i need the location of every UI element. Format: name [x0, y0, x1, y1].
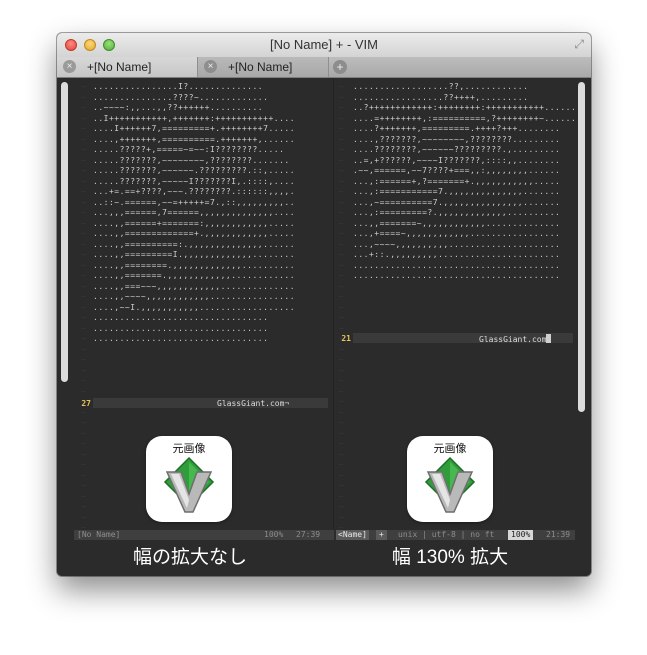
right-icon-label: 元画像	[433, 443, 467, 455]
right-status: <Name] + unix | utf-8 | no ft 100% 21:39	[336, 530, 575, 540]
right-current-line-number: 21	[341, 334, 351, 343]
right-vim-icon-card: 元画像	[407, 436, 493, 522]
left-icon-label: 元画像	[172, 443, 206, 455]
right-credit: GlassGiant.com	[479, 334, 552, 344]
editor-area[interactable]: ~ ~ ~ ~ ~ ~ ~ ~ ~ ~ ~ ~ ~ ~ ~ ~ ~ ~ ~ ~ …	[57, 78, 591, 576]
left-scrollbar-thumb[interactable]	[61, 82, 68, 382]
tab-2[interactable]: × +[No Name]	[198, 57, 329, 77]
vim-logo-icon	[424, 456, 476, 513]
pane-divider[interactable]	[333, 78, 334, 538]
left-status-filename: [No Name]	[77, 530, 121, 539]
right-status-filename: <Name]	[336, 530, 369, 540]
left-status-percent: 100%	[264, 530, 284, 539]
tab-label: +[No Name]	[87, 60, 152, 74]
left-line-markers: ~ ~ ~ ~ ~ ~ ~ ~ ~ ~ ~ ~ ~ ~ ~ ~ ~ ~ ~ ~ …	[81, 82, 86, 532]
right-ascii-art: ..................??,............ ......…	[353, 82, 582, 280]
window-title: [No Name] + - VIM	[270, 37, 378, 52]
right-status-position: 21:39	[546, 530, 571, 539]
left-scrollbar[interactable]	[59, 78, 70, 538]
tab-close-icon[interactable]: ×	[63, 60, 76, 73]
vim-logo-icon	[163, 456, 215, 513]
text-cursor	[546, 334, 552, 343]
left-credit: GlassGiant.com¬	[217, 399, 290, 408]
right-status-percent: 100%	[508, 530, 534, 540]
left-status-position: 27:39	[296, 530, 321, 539]
left-caption: 幅の拡大なし	[132, 547, 247, 568]
right-status-fileinfo: unix | utf-8 | no ft	[398, 530, 495, 539]
add-tab-icon[interactable]: +	[333, 60, 347, 74]
tab-label: +[No Name]	[228, 60, 293, 74]
left-vim-icon-card: 元画像	[146, 436, 232, 522]
right-caption: 幅 130% 拡大	[391, 547, 509, 568]
vim-window: [No Name] + - VIM ⤢ × +[No Name] × +[No …	[57, 33, 591, 576]
right-status-modified: +	[376, 530, 387, 540]
left-cursor-line	[93, 398, 328, 408]
right-scrollbar-thumb[interactable]	[578, 82, 585, 412]
left-status: [No Name] 100% 27:39	[74, 530, 334, 540]
left-ascii-art: ................I?.............. .......…	[93, 82, 296, 343]
tab-1[interactable]: × +[No Name]	[57, 57, 198, 77]
tab-bar: × +[No Name] × +[No Name] +	[57, 57, 591, 78]
title-bar: [No Name] + - VIM ⤢	[57, 33, 591, 58]
left-current-line-number: 27	[81, 399, 91, 408]
right-scrollbar[interactable]	[576, 78, 587, 538]
status-line: [No Name] 100% 27:39 <Name] + unix | utf…	[74, 530, 575, 540]
fullscreen-icon[interactable]: ⤢	[574, 37, 584, 52]
right-line-markers: ~ ~ ~ ~ ~ ~ ~ ~ ~ ~ ~ ~ ~ ~ ~ ~ ~ ~ ~ ~ …	[339, 82, 344, 532]
tab-close-icon[interactable]: ×	[204, 60, 217, 73]
